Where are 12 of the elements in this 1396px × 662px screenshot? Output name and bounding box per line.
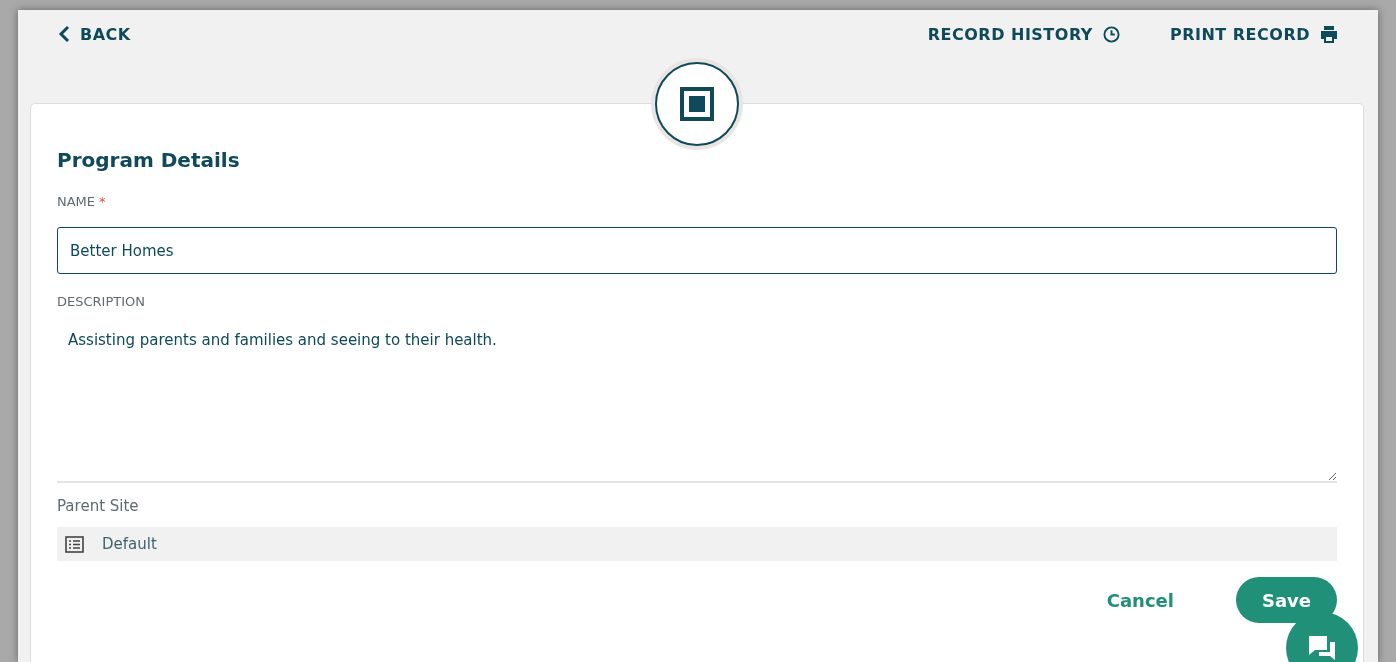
parent-site-field[interactable]: Default <box>57 527 1337 561</box>
cancel-button[interactable]: Cancel <box>1080 577 1200 623</box>
field-label: DESCRIPTION <box>57 294 146 309</box>
back-link[interactable]: BACK <box>58 24 131 44</box>
required-mark: * <box>99 194 106 209</box>
record-history-link[interactable]: RECORD HISTORY <box>927 24 1120 44</box>
print-record-link[interactable]: PRINT RECORD <box>1169 24 1338 44</box>
name-field[interactable]: Better Homes <box>57 227 1337 274</box>
save-button[interactable]: Save <box>1235 577 1337 623</box>
field-label: NAME * <box>57 194 107 209</box>
field-label: Parent Site <box>57 497 140 515</box>
form-title: Program Details <box>57 148 241 172</box>
